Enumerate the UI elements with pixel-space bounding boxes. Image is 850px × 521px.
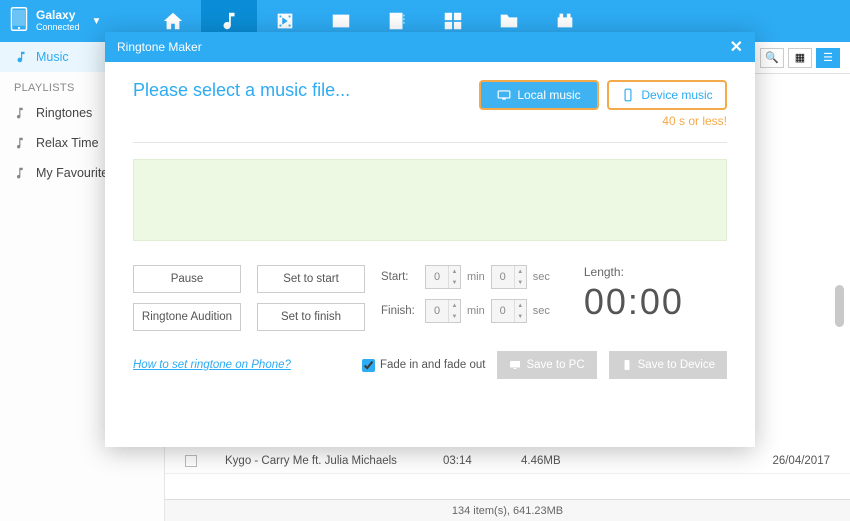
grid-view-button[interactable]: ▦ xyxy=(788,48,812,68)
sidebar-item-label: Ringtones xyxy=(36,106,92,120)
start-label: Start: xyxy=(381,271,419,283)
finish-label: Finish: xyxy=(381,305,419,317)
list-view-button[interactable]: ☰ xyxy=(816,48,840,68)
start-min-stepper[interactable]: 0▲▼ xyxy=(425,265,461,289)
pause-button[interactable]: Pause xyxy=(133,265,241,293)
local-music-button[interactable]: Local music xyxy=(479,80,599,110)
length-value: 00:00 xyxy=(584,281,684,323)
table-row[interactable]: Kygo - Carry Me ft. Julia Michaels 03:14… xyxy=(165,449,850,474)
track-date: 26/04/2017 xyxy=(740,455,830,467)
finish-min-stepper[interactable]: 0▲▼ xyxy=(425,299,461,323)
modal-title: Ringtone Maker xyxy=(117,40,202,54)
waveform-area[interactable] xyxy=(133,159,727,241)
save-to-pc-button[interactable]: Save to PC xyxy=(497,351,596,379)
set-finish-button[interactable]: Set to finish xyxy=(257,303,365,331)
track-duration: 03:14 xyxy=(443,455,493,467)
set-start-button[interactable]: Set to start xyxy=(257,265,365,293)
scrollbar-thumb[interactable] xyxy=(835,285,844,327)
ringtone-maker-modal: Ringtone Maker ✕ Please select a music f… xyxy=(105,32,755,447)
time-limit-text: 40 s or less! xyxy=(133,114,727,128)
phone-icon xyxy=(10,7,28,36)
sidebar-item-label: Relax Time xyxy=(36,136,99,150)
statusbar: 134 item(s), 641.23MB xyxy=(165,499,850,521)
chevron-down-icon[interactable]: ▼ xyxy=(92,16,102,27)
finish-sec-stepper[interactable]: 0▲▼ xyxy=(491,299,527,323)
select-prompt: Please select a music file... xyxy=(133,80,350,101)
fade-checkbox-input[interactable] xyxy=(362,359,375,372)
sidebar-music-label: Music xyxy=(36,50,69,64)
search-icon[interactable]: 🔍 xyxy=(760,48,784,68)
close-icon[interactable]: ✕ xyxy=(730,37,743,57)
row-checkbox[interactable] xyxy=(185,455,197,467)
sidebar-item-label: My Favourite xyxy=(36,166,108,180)
device-name: Galaxy xyxy=(36,9,80,22)
track-name: Kygo - Carry Me ft. Julia Michaels xyxy=(225,455,415,467)
track-size: 4.46MB xyxy=(521,455,601,467)
start-sec-stepper[interactable]: 0▲▼ xyxy=(491,265,527,289)
audition-button[interactable]: Ringtone Audition xyxy=(133,303,241,331)
device-music-button[interactable]: Device music xyxy=(607,80,727,110)
device-status: Connected xyxy=(36,23,80,33)
help-link[interactable]: How to set ringtone on Phone? xyxy=(133,359,291,371)
fade-checkbox[interactable]: Fade in and fade out xyxy=(362,359,486,372)
divider xyxy=(133,142,727,143)
length-label: Length: xyxy=(584,265,684,279)
save-to-device-button[interactable]: Save to Device xyxy=(609,351,727,379)
modal-titlebar: Ringtone Maker ✕ xyxy=(105,32,755,62)
